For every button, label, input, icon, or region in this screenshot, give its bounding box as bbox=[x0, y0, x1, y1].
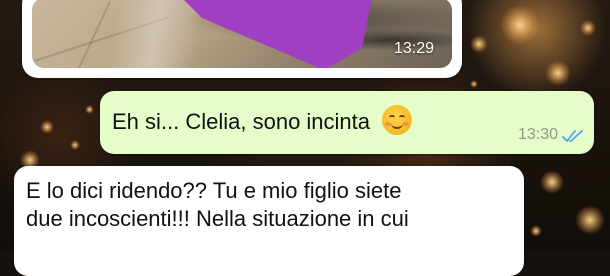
outgoing-message-bubble[interactable]: Eh si... Clelia, sono incinta 13:30 bbox=[100, 91, 594, 154]
outgoing-message-text: Eh si... Clelia, sono incinta bbox=[112, 109, 371, 134]
incoming-message-text: E lo dici ridendo?? Tu e mio figlio siet… bbox=[26, 177, 514, 233]
outgoing-timestamp: 13:30 bbox=[517, 126, 558, 143]
image-message-bubble[interactable]: 13:29 bbox=[22, 0, 462, 78]
double-check-read-icon bbox=[562, 130, 583, 142]
redaction-overlay bbox=[184, 0, 372, 68]
incoming-message-bubble[interactable]: E lo dici ridendo?? Tu e mio figlio siet… bbox=[14, 166, 524, 276]
smiling-face-emoji-icon bbox=[382, 105, 413, 135]
image-timestamp: 13:29 bbox=[393, 40, 434, 57]
incoming-message-line-2: due incoscienti!!! Nella situazione in c… bbox=[26, 206, 409, 231]
incoming-message-line-1: E lo dici ridendo?? Tu e mio figlio siet… bbox=[26, 178, 402, 203]
shared-photo[interactable]: 13:29 bbox=[32, 0, 452, 68]
